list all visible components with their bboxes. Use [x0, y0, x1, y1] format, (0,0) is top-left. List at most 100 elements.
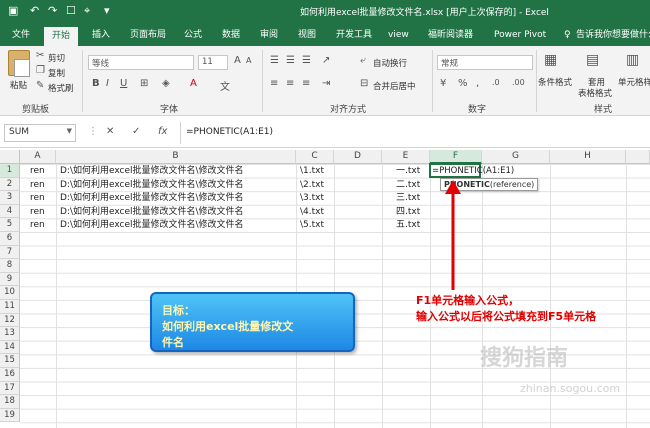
decrease-decimal-icon[interactable]: .00	[512, 78, 525, 87]
row-header[interactable]: 10	[0, 286, 20, 300]
align-bottom-icon[interactable]: ☰	[302, 55, 311, 66]
align-center-icon[interactable]: ≡	[286, 78, 294, 89]
tab-file[interactable]: 文件	[12, 28, 30, 46]
indent-icon[interactable]: ⇥	[322, 78, 330, 89]
wrap-text-button[interactable]: 自动换行	[373, 57, 407, 69]
cell-e5[interactable]: 五.txt	[396, 219, 420, 232]
tab-developer[interactable]: 开发工具	[336, 28, 372, 46]
redo-icon[interactable]: ↷	[48, 4, 57, 17]
cell-a2[interactable]: ren	[30, 179, 45, 192]
align-left-icon[interactable]: ≡	[270, 78, 278, 89]
cell-b4[interactable]: D:\如何利用excel批量修改文件名\修改文件名	[60, 206, 244, 219]
align-middle-icon[interactable]: ☰	[286, 55, 295, 66]
cell-c3[interactable]: \3.txt	[300, 192, 324, 205]
tab-view-addin[interactable]: view	[388, 28, 409, 46]
comma-icon[interactable]: ,	[476, 78, 479, 89]
merge-center-button[interactable]: 合并后居中	[373, 80, 416, 92]
table-format-button-line2[interactable]: 表格格式	[578, 87, 612, 99]
cell-a3[interactable]: ren	[30, 192, 45, 205]
cell-styles-icon[interactable]: ▥	[626, 52, 639, 68]
copy-icon[interactable]: ❐	[36, 65, 45, 76]
row-header[interactable]: 2	[0, 177, 20, 192]
row-header[interactable]: 16	[0, 368, 20, 382]
tab-page-layout[interactable]: 页面布局	[130, 28, 166, 46]
print-preview-icon[interactable]: ☐	[66, 4, 76, 17]
cell-styles-button[interactable]: 单元格样	[618, 76, 650, 88]
bold-icon[interactable]: B	[92, 78, 100, 89]
cell-c5[interactable]: \5.txt	[300, 219, 324, 232]
underline-icon[interactable]: U	[120, 78, 127, 89]
enter-icon[interactable]: ✓	[132, 126, 140, 137]
row-header[interactable]: 9	[0, 272, 20, 287]
font-color-icon[interactable]: A	[190, 78, 197, 89]
row-header[interactable]: 14	[0, 340, 20, 355]
save-icon[interactable]: ▣	[8, 4, 18, 17]
insert-function-icon[interactable]: fx	[158, 126, 167, 137]
row-header[interactable]: 17	[0, 381, 20, 396]
orientation-icon[interactable]: ↗	[322, 55, 330, 66]
cancel-icon[interactable]: ✕	[106, 126, 114, 137]
cell-b5[interactable]: D:\如何利用excel批量修改文件名\修改文件名	[60, 219, 244, 232]
name-box[interactable]: SUM ▼	[4, 124, 76, 142]
row-header[interactable]: 7	[0, 245, 20, 260]
cell-b2[interactable]: D:\如何利用excel批量修改文件名\修改文件名	[60, 179, 244, 192]
tab-view[interactable]: 视图	[298, 28, 316, 46]
column-header[interactable]: A	[20, 150, 56, 164]
tab-data[interactable]: 数据	[222, 28, 240, 46]
column-header[interactable]: E	[382, 150, 430, 164]
percent-icon[interactable]: %	[458, 78, 468, 89]
cell-e2[interactable]: 二.txt	[396, 179, 420, 192]
conditional-format-icon[interactable]: ▦	[544, 52, 557, 68]
wrap-text-icon[interactable]: ⤶	[360, 55, 366, 66]
undo-icon[interactable]: ↶	[30, 4, 39, 17]
row-header[interactable]: 13	[0, 327, 20, 341]
row-header[interactable]: 3	[0, 191, 20, 205]
tab-foxit-reader[interactable]: 福昕阅读器	[428, 28, 473, 46]
copy-button[interactable]: 复制	[48, 67, 65, 79]
cell-a1[interactable]: ren	[30, 165, 45, 178]
column-header[interactable]: B	[56, 150, 296, 164]
increase-decimal-icon[interactable]: .0	[492, 78, 500, 87]
column-header[interactable]	[626, 150, 650, 164]
cell-b3[interactable]: D:\如何利用excel批量修改文件名\修改文件名	[60, 192, 244, 205]
conditional-format-button[interactable]: 条件格式	[538, 76, 572, 88]
row-header[interactable]: 8	[0, 259, 20, 273]
cell-c4[interactable]: \4.txt	[300, 206, 324, 219]
italic-icon[interactable]: I	[106, 78, 109, 89]
column-header[interactable]: C	[296, 150, 334, 164]
row-header[interactable]: 19	[0, 408, 20, 423]
chevron-down-icon[interactable]: ▼	[67, 127, 72, 135]
tab-review[interactable]: 审阅	[260, 28, 278, 46]
cell-b1[interactable]: D:\如何利用excel批量修改文件名\修改文件名	[60, 165, 244, 178]
paste-icon[interactable]	[8, 50, 30, 77]
align-right-icon[interactable]: ≡	[302, 78, 310, 89]
format-painter-icon[interactable]: ✎	[36, 80, 44, 91]
row-header-selected[interactable]: 1	[0, 164, 20, 178]
phonetic-icon[interactable]: 文	[220, 78, 230, 93]
format-icon[interactable]: ⌖	[84, 4, 90, 18]
cell-a4[interactable]: ren	[30, 206, 45, 219]
customize-qat-icon[interactable]: ▾	[104, 4, 110, 17]
row-header[interactable]: 5	[0, 218, 20, 232]
align-top-icon[interactable]: ☰	[270, 55, 279, 66]
formula-input[interactable]: =PHONETIC(A1:E1)	[186, 127, 273, 137]
font-name-select[interactable]: 等线	[88, 55, 194, 70]
row-header[interactable]: 15	[0, 354, 20, 368]
select-all-corner[interactable]	[0, 150, 20, 164]
decrease-font-icon[interactable]: A	[246, 56, 251, 65]
column-header[interactable]: G	[482, 150, 550, 164]
format-painter-button[interactable]: 格式刷	[48, 82, 74, 94]
tell-me-search[interactable]: 告诉我你想要做什么	[576, 28, 650, 46]
tab-formulas[interactable]: 公式	[184, 28, 202, 46]
tab-insert[interactable]: 插入	[92, 28, 110, 46]
tab-power-pivot[interactable]: Power Pivot	[494, 28, 546, 46]
paste-button[interactable]: 粘贴	[10, 79, 27, 91]
font-size-select[interactable]: 11	[198, 55, 228, 70]
cell-e1[interactable]: 一.txt	[396, 165, 420, 178]
cell-c1[interactable]: \1.txt	[300, 165, 324, 178]
fill-color-icon[interactable]: ◈	[162, 78, 170, 89]
row-header[interactable]: 11	[0, 300, 20, 314]
column-header[interactable]: D	[334, 150, 382, 164]
increase-font-icon[interactable]: A	[234, 55, 241, 66]
row-header[interactable]: 18	[0, 395, 20, 409]
